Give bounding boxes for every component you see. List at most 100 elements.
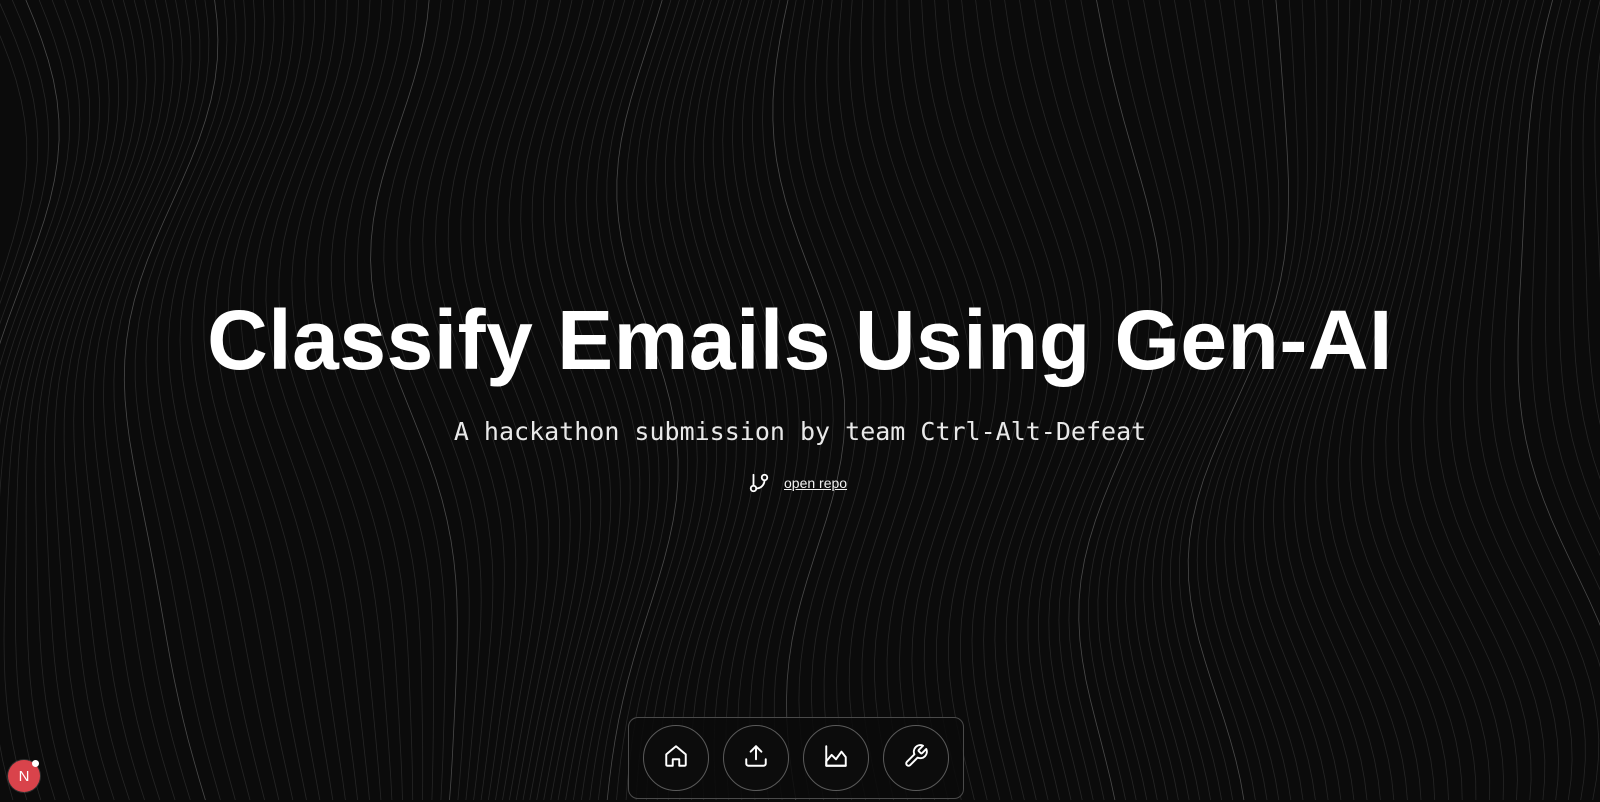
background-wave-line (589, 0, 660, 801)
background-wave-line (1058, 0, 1139, 801)
background-wave-line (1503, 0, 1600, 668)
background-wave-line (203, 0, 307, 801)
background-waves (0, 0, 1600, 801)
background-wave-line (702, 0, 768, 801)
home-icon (663, 743, 689, 774)
background-wave-line (884, 0, 972, 801)
upload-icon (743, 743, 769, 774)
background-wave-line (1196, 0, 1299, 801)
background-wave-line (679, 0, 747, 801)
background-wave-line (1125, 0, 1219, 801)
upload-button[interactable] (723, 725, 789, 791)
background-wave-line (542, 0, 612, 801)
background-wave-line (168, 0, 265, 801)
background-wave-line (1078, 0, 1163, 801)
tools-button[interactable] (883, 725, 949, 791)
background-wave-line (1462, 0, 1573, 801)
background-wave-line (0, 0, 60, 345)
background-wave-line (278, 0, 382, 801)
background-wave-line (1097, 0, 1186, 801)
background-wave-line (25, 0, 129, 801)
background-wave-line (625, 0, 698, 801)
background-wave-line (1143, 0, 1240, 801)
background-wave-line (606, 0, 679, 801)
background-wave-line (1019, 0, 1102, 801)
background-wave-line (1134, 0, 1230, 801)
background-wave-line (656, 0, 727, 801)
background-wave-line (1179, 0, 1280, 801)
open-repo-link[interactable]: open repo (748, 470, 847, 496)
bottom-dock (628, 717, 964, 799)
background-wave-line (1283, 0, 1392, 801)
background-wave-line (921, 0, 1011, 801)
background-wave-line (860, 0, 945, 801)
background-wave-line (83, 0, 183, 801)
background-wave-line (793, 0, 870, 801)
background-wave-line (712, 0, 778, 801)
background-wave-line (1048, 0, 1127, 801)
background-wave-line (123, 0, 219, 801)
background-wave-line (103, 0, 201, 801)
background-wave-line (191, 0, 294, 801)
background-wave-line (44, 0, 147, 801)
chart-icon (823, 743, 849, 774)
background-wave-line (35, 0, 138, 801)
background-wave-line (1326, 0, 1429, 801)
dev-indicator-letter: N (18, 767, 30, 785)
background-wave-line (667, 0, 737, 801)
open-repo-label: open repo (784, 475, 848, 491)
background-wave-line (92, 0, 192, 801)
git-branch-icon (748, 472, 770, 494)
background-wave-line (934, 0, 1024, 801)
page: Classify Emails Using Gen-AI A hackathon… (0, 0, 1600, 802)
background-wave-line (646, 0, 717, 801)
background-wave-line (1337, 0, 1438, 801)
background-wave-line (496, 0, 571, 801)
background-wave-line (265, 0, 370, 801)
background-wave-line (1034, 0, 1114, 801)
background-wave-line (343, 0, 434, 801)
background-wave-line (472, 0, 550, 801)
background-wave-line (975, 0, 1063, 801)
background-wave-line (896, 0, 985, 801)
background-wave-line (1349, 0, 1449, 801)
background-wave-line (304, 0, 403, 801)
background-wave-line (1489, 0, 1600, 801)
background-wave-line (252, 0, 358, 801)
background-wave-line (1169, 0, 1270, 801)
background-wave-line (1152, 0, 1250, 801)
background-wave-line (1558, 0, 1600, 521)
background-wave-line (73, 0, 174, 801)
background-wave-line (145, 0, 237, 801)
background-wave-line (317, 0, 414, 801)
background-wave-line (804, 0, 882, 801)
wrench-icon (903, 743, 929, 774)
background-wave-line (597, 0, 670, 801)
background-wave-line (1273, 0, 1383, 801)
background-wave-line (1160, 0, 1260, 801)
background-wave-line (0, 0, 81, 392)
background-wave-line (409, 0, 494, 801)
background-wave-line (0, 0, 91, 426)
background-wave-line (0, 2, 39, 305)
background-wave-line (837, 0, 920, 801)
background-wave-line (156, 0, 251, 801)
background-wave-line (1088, 0, 1174, 801)
background-wave-line (356, 0, 446, 801)
background-wave-line (947, 0, 1037, 801)
background-wave-line (1545, 0, 1600, 557)
home-button[interactable] (643, 725, 709, 791)
page-title: Classify Emails Using Gen-AI (207, 293, 1393, 387)
background-wave-line (240, 0, 346, 801)
background-wave-line (961, 0, 1050, 801)
background-wave-line (1262, 0, 1372, 801)
analytics-button[interactable] (803, 725, 869, 791)
background-wave-line (227, 0, 334, 801)
background-wave-line (826, 0, 907, 801)
page-subtitle: A hackathon submission by team Ctrl-Alt-… (453, 417, 1147, 446)
background-wave-line (1068, 0, 1151, 801)
background-wave-line (1582, 0, 1600, 426)
background-wave-line (1224, 0, 1328, 801)
dev-indicator-dot (32, 760, 39, 767)
background-wave-line (872, 0, 959, 801)
